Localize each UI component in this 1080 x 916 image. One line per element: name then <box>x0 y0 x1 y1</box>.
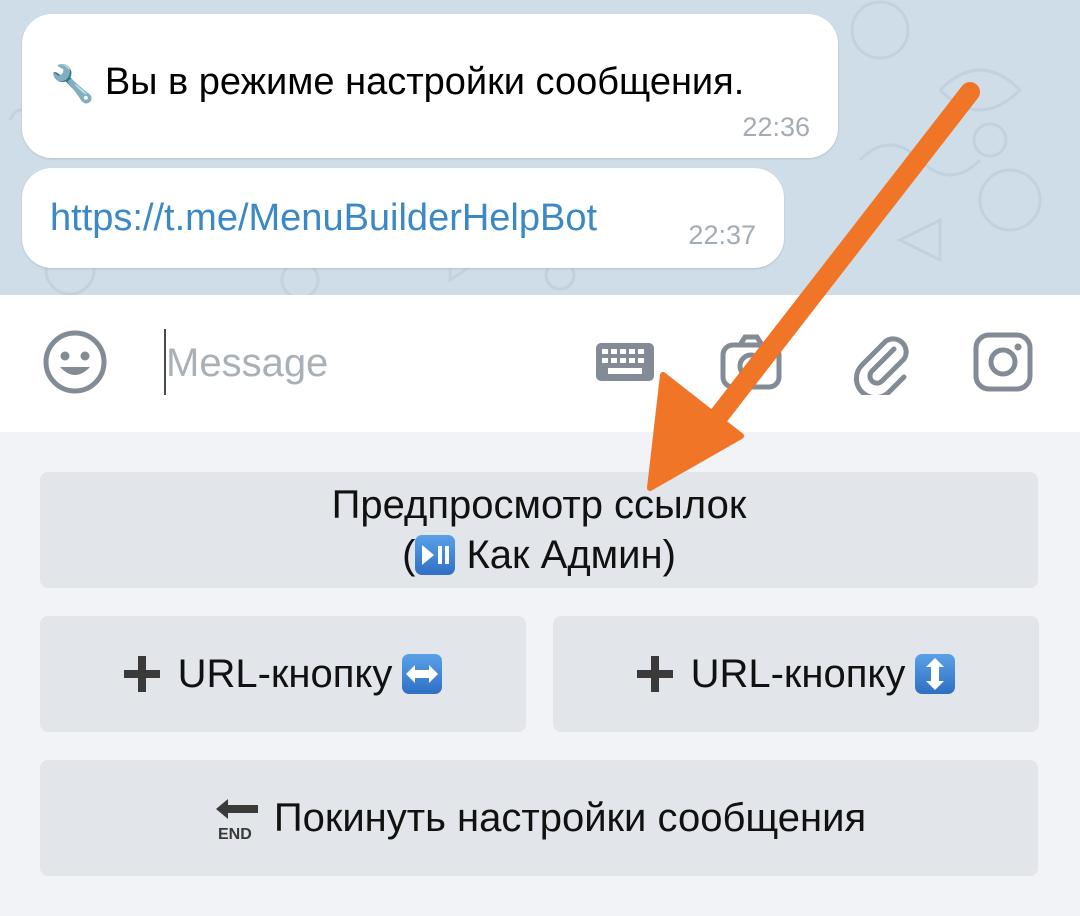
message-text: 🔧 Вы в режиме настройки сообщения. <box>50 61 745 104</box>
camera-icon[interactable] <box>718 329 784 395</box>
svg-text:END: END <box>218 826 252 843</box>
add-url-button-horizontal[interactable]: URL-кнопку <box>40 616 526 732</box>
wrench-icon: 🔧 <box>50 63 95 104</box>
end-arrow-icon: END <box>215 799 258 843</box>
bot-keyboard: Предпросмотр ссылок ( Как Админ) URL-кно… <box>0 432 1080 916</box>
paperclip-icon[interactable] <box>848 329 914 395</box>
play-pause-icon <box>415 535 456 575</box>
instagram-icon[interactable] <box>970 329 1036 395</box>
message-link[interactable]: https://t.me/MenuBuilderHelpBot <box>50 194 597 242</box>
plus-icon <box>123 656 160 692</box>
keyboard-icon[interactable] <box>592 329 658 395</box>
leave-settings-button[interactable]: END Покинуть настройки сообщения <box>40 760 1038 876</box>
message-bubble: 🔧 Вы в режиме настройки сообщения. 22:36 <box>22 14 838 158</box>
message-input[interactable] <box>166 331 566 395</box>
message-time: 22:36 <box>742 112 810 142</box>
emoji-icon[interactable] <box>42 329 108 395</box>
message-time: 22:37 <box>688 220 756 250</box>
chat-area: 🔧 Вы в режиме настройки сообщения. 22:36 … <box>0 0 1080 295</box>
left-right-arrow-icon <box>402 654 443 694</box>
plus-icon <box>636 656 673 692</box>
message-input-bar <box>0 295 1080 432</box>
button-label: Предпросмотр ссылок <box>331 483 747 527</box>
message-bubble: https://t.me/MenuBuilderHelpBot 22:37 <box>22 168 784 268</box>
up-down-arrow-icon <box>915 654 956 694</box>
link-preview-button[interactable]: Предпросмотр ссылок ( Как Админ) <box>40 472 1038 588</box>
add-url-button-vertical[interactable]: URL-кнопку <box>553 616 1039 732</box>
